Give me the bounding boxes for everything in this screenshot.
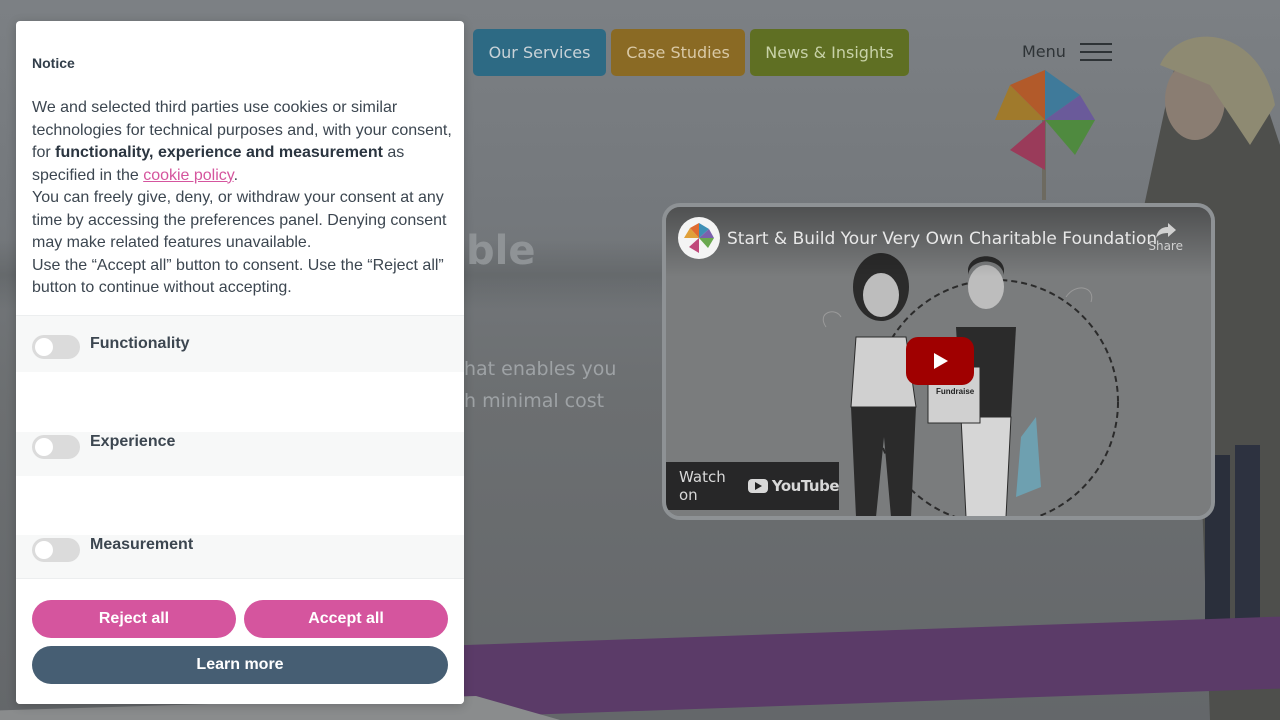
reject-all-button[interactable]: Reject all — [32, 600, 236, 638]
measurement-toggle[interactable] — [32, 538, 80, 562]
preference-functionality: Functionality — [16, 315, 464, 372]
hamburger-icon — [1079, 42, 1112, 61]
cookie-policy-link[interactable]: cookie policy — [143, 167, 233, 184]
play-button[interactable] — [906, 337, 974, 385]
channel-logo-icon[interactable] — [678, 217, 720, 259]
learn-more-button[interactable]: Learn more — [32, 646, 448, 684]
pinwheel-image — [995, 70, 1095, 200]
video-title[interactable]: Start & Build Your Very Own Charitable F… — [727, 229, 1157, 249]
accept-all-button[interactable]: Accept all — [244, 600, 448, 638]
youtube-video-embed[interactable]: Fundraise Start & Build Your Very Own Ch… — [662, 203, 1215, 520]
preference-measurement: Measurement — [16, 535, 464, 579]
hero-subtitle-line-2: h minimal cost — [464, 390, 605, 412]
preference-experience: Experience — [16, 432, 464, 476]
share-label: Share — [1148, 239, 1183, 253]
dialog-body: We and selected third parties use cookie… — [32, 99, 452, 297]
nav-case-studies[interactable]: Case Studies — [611, 29, 745, 76]
cookie-consent-dialog: Notice We and selected third parties use… — [16, 21, 464, 704]
dialog-footer: Reject all Accept all Learn more — [16, 578, 464, 704]
nav-news-insights[interactable]: News & Insights — [750, 29, 909, 76]
menu-label: Menu — [1022, 42, 1066, 61]
body-paragraph-3: Use the “Accept all” button to consent. … — [32, 256, 444, 297]
watch-on-label: Watch on — [679, 468, 726, 504]
functionality-toggle[interactable] — [32, 335, 80, 359]
functionality-label[interactable]: Functionality — [90, 335, 190, 353]
body-bold-purposes: functionality, experience and measuremen… — [55, 144, 383, 161]
fundraise-sign: Fundraise — [936, 387, 975, 396]
hero-subtitle-line-1: hat enables you — [464, 358, 617, 380]
share-button[interactable]: Share — [1148, 221, 1183, 253]
watch-on-youtube-button[interactable]: Watch on YouTube — [666, 462, 840, 510]
share-arrow-icon — [1155, 223, 1176, 238]
play-icon — [934, 353, 948, 369]
measurement-label[interactable]: Measurement — [90, 536, 193, 554]
menu-button[interactable]: Menu — [1022, 42, 1112, 61]
experience-label[interactable]: Experience — [90, 433, 175, 451]
experience-toggle[interactable] — [32, 435, 80, 459]
nav-our-services[interactable]: Our Services — [473, 29, 606, 76]
dialog-title: Notice — [32, 55, 75, 71]
youtube-logo-icon: YouTube — [747, 477, 840, 495]
body-paragraph-2: You can freely give, deny, or withdraw y… — [32, 189, 447, 251]
hero-title: ble — [466, 228, 536, 274]
